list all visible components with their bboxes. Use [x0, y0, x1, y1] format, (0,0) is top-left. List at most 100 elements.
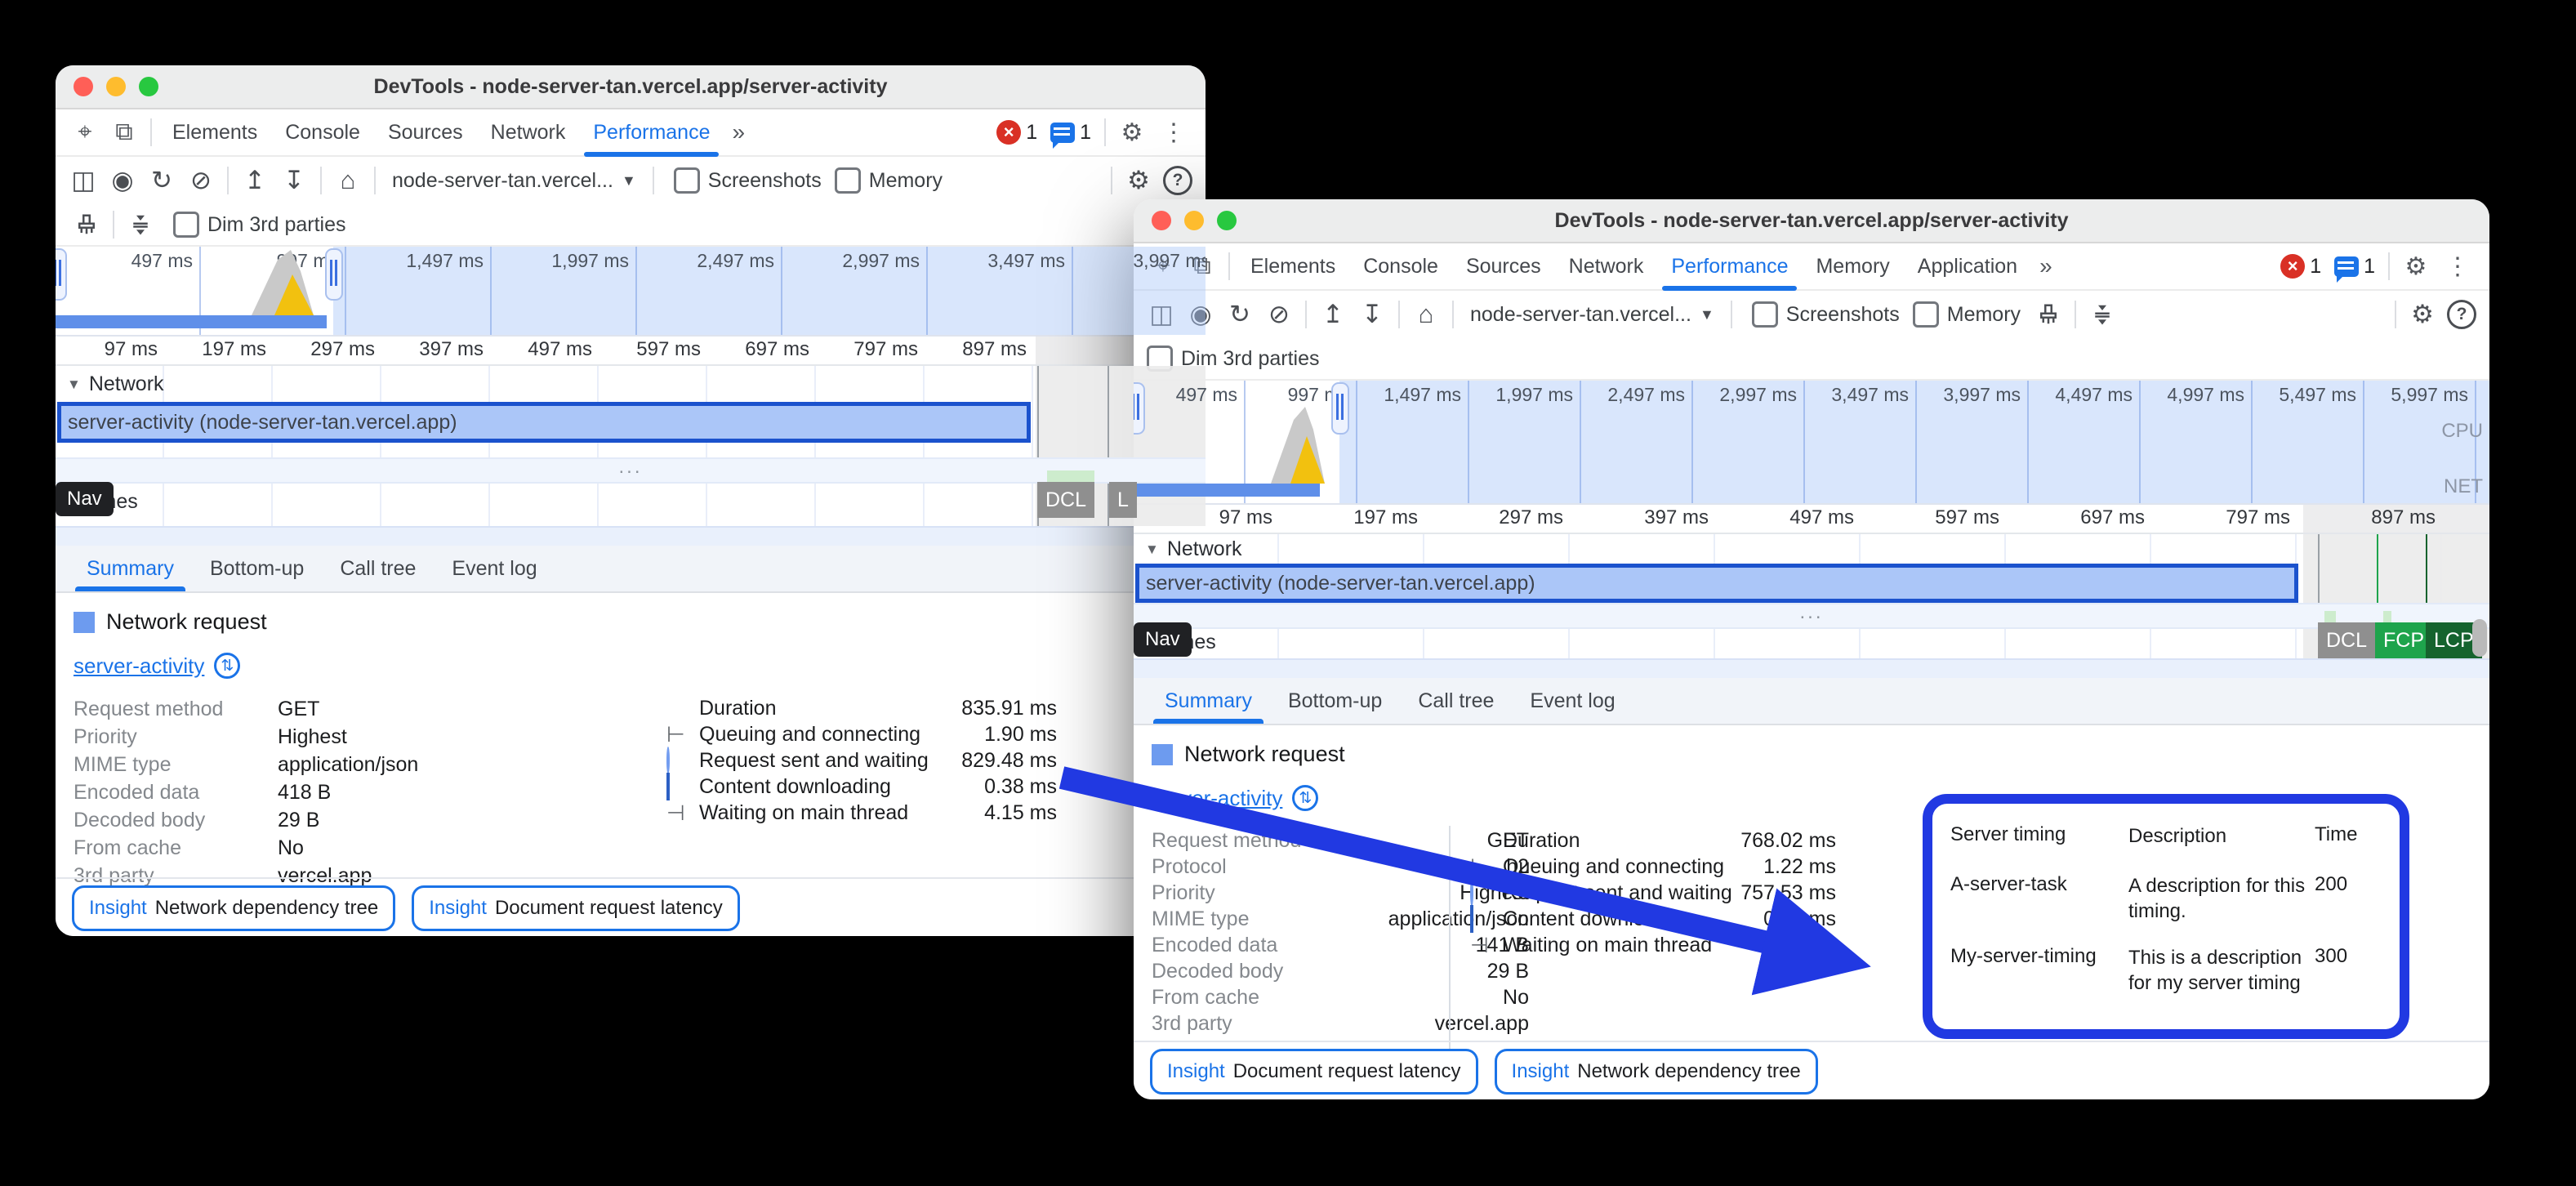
error-counter[interactable]: × 1 — [990, 120, 1044, 145]
window-left-handle[interactable] — [56, 248, 67, 301]
clear-icon[interactable]: ⊘ — [1259, 295, 1299, 334]
network-request-bar[interactable]: server-activity (node-server-tan.vercel.… — [57, 402, 1031, 443]
timeline-overview[interactable]: 497 ms 997 ms 1,497 ms 1,997 ms 2,497 ms… — [1134, 379, 2489, 505]
toggle-sidebar-icon[interactable]: ◫ — [64, 161, 103, 200]
tab-bottom-up[interactable]: Bottom-up — [192, 546, 322, 591]
issue-counter[interactable]: 1 — [1044, 121, 1098, 145]
minimize-button[interactable] — [1184, 211, 1204, 230]
error-counter[interactable]: × 1 — [2274, 254, 2328, 279]
detail-label: Priority — [1152, 881, 1356, 905]
kebab-menu-icon[interactable]: ⋮ — [2436, 252, 2480, 281]
tab-console[interactable]: Console — [1349, 243, 1452, 289]
insight-network-dependency-button[interactable]: Insight Network dependency tree — [72, 885, 395, 931]
reload-record-icon[interactable]: ↻ — [1220, 295, 1259, 334]
settings-gear-icon[interactable]: ⚙ — [1112, 109, 1152, 155]
timeline-overview[interactable]: 497 ms 997 ms 1,497 ms 1,997 ms 2,497 ms… — [56, 245, 1206, 337]
tab-call-tree[interactable]: Call tree — [322, 546, 434, 591]
device-toolbar-icon[interactable]: ⧉ — [105, 109, 144, 155]
tab-elements[interactable]: Elements — [158, 109, 271, 155]
tab-event-log[interactable]: Event log — [1512, 678, 1633, 724]
request-link-row: server-activity ⇅ — [56, 635, 1206, 679]
screenshots-checkbox[interactable]: Screenshots — [1752, 301, 1900, 328]
tab-summary[interactable]: Summary — [69, 546, 192, 591]
collapse-tracks-icon[interactable] — [121, 205, 160, 244]
settings-gear-icon[interactable]: ⚙ — [2396, 243, 2436, 289]
help-icon[interactable]: ? — [1158, 161, 1197, 200]
tab-network[interactable]: Network — [477, 109, 580, 155]
divider — [320, 167, 322, 194]
window-right-handle[interactable] — [325, 248, 343, 301]
garbage-collect-brush-icon[interactable] — [67, 205, 106, 244]
download-profile-icon[interactable]: ↧ — [1353, 295, 1392, 334]
network-request-bar[interactable]: server-activity (node-server-tan.vercel.… — [1135, 564, 2298, 603]
tab-application[interactable]: Application — [1904, 243, 2031, 289]
history-dropdown[interactable]: node-server-tan.vercel... ▼ — [382, 169, 646, 193]
tab-network[interactable]: Network — [1555, 243, 1658, 289]
more-tabs-icon[interactable]: » — [724, 119, 753, 145]
close-button[interactable] — [74, 77, 93, 96]
download-profile-icon[interactable]: ↧ — [274, 161, 314, 200]
issue-counter[interactable]: 1 — [2328, 255, 2382, 279]
tab-summary[interactable]: Summary — [1147, 678, 1270, 724]
tab-memory[interactable]: Memory — [1802, 243, 1903, 289]
zoom-button[interactable] — [1217, 211, 1237, 230]
upload-profile-icon[interactable]: ↥ — [1313, 295, 1353, 334]
timing-label: Content downloading — [1503, 907, 1738, 931]
overview-tick: 4,997 ms — [2141, 381, 2253, 503]
memory-checkbox[interactable]: Memory — [1913, 301, 2021, 328]
network-track-header[interactable]: ▼ Network — [67, 372, 164, 396]
tab-event-log[interactable]: Event log — [434, 546, 555, 591]
tab-console[interactable]: Console — [271, 109, 374, 155]
clear-icon[interactable]: ⊘ — [181, 161, 221, 200]
home-icon[interactable]: ⌂ — [1406, 295, 1446, 334]
help-icon[interactable]: ? — [2442, 295, 2481, 334]
ruler-tick: 597 ms — [1861, 505, 2006, 533]
ruler-tick: 197 ms — [1279, 505, 1424, 533]
reload-record-icon[interactable]: ↻ — [142, 161, 181, 200]
scrollbar-thumb[interactable] — [2472, 619, 2487, 657]
minimize-button[interactable] — [106, 77, 126, 96]
inspect-icon[interactable]: ⌖ — [65, 109, 105, 155]
ruler-tick: 397 ms — [1570, 505, 1715, 533]
detail-value: No — [278, 836, 304, 860]
track-area[interactable]: ▼ Network server-activity (node-server-t… — [1134, 534, 2489, 658]
network-activity-bar — [1134, 484, 1320, 497]
garbage-collect-brush-icon[interactable] — [2029, 295, 2068, 334]
insight-document-latency-button[interactable]: Insight Document request latency — [1150, 1049, 1478, 1095]
ruler-tick: 597 ms — [599, 337, 707, 364]
more-tabs-icon[interactable]: » — [2031, 253, 2061, 279]
upload-profile-icon[interactable]: ↥ — [235, 161, 274, 200]
capture-settings-gear-icon[interactable]: ⚙ — [1119, 161, 1158, 200]
request-link[interactable]: server-activity — [1152, 786, 1282, 811]
track-area[interactable]: ▼ Network server-activity (node-server-t… — [56, 366, 1206, 526]
tab-performance[interactable]: Performance — [579, 109, 724, 155]
screenshots-checkbox[interactable]: Screenshots — [674, 167, 822, 194]
insight-document-latency-button[interactable]: Insight Document request latency — [412, 885, 740, 931]
tab-sources[interactable]: Sources — [374, 109, 477, 155]
history-dropdown[interactable]: node-server-tan.vercel... ▼ — [1460, 303, 1724, 327]
request-link[interactable]: server-activity — [74, 653, 204, 679]
timing-breakdown: Duration768.02 ms ⊢Queuing and connectin… — [1470, 827, 1836, 958]
network-track-header[interactable]: ▼ Network — [1145, 537, 1242, 561]
reveal-in-network-icon[interactable]: ⇅ — [1292, 785, 1318, 811]
timing-label: Request sent and waiting — [699, 749, 959, 773]
insight-network-dependency-button[interactable]: Insight Network dependency tree — [1495, 1049, 1818, 1095]
home-icon[interactable]: ⌂ — [328, 161, 368, 200]
collapse-tracks-icon[interactable] — [2083, 295, 2122, 334]
tab-elements[interactable]: Elements — [1237, 243, 1349, 289]
tab-bottom-up[interactable]: Bottom-up — [1270, 678, 1400, 724]
reveal-in-network-icon[interactable]: ⇅ — [214, 653, 240, 679]
kebab-menu-icon[interactable]: ⋮ — [1152, 118, 1196, 147]
tab-performance[interactable]: Performance — [1657, 243, 1802, 289]
record-icon[interactable]: ◉ — [103, 161, 142, 200]
window-left-handle[interactable] — [1134, 382, 1145, 435]
tab-sources[interactable]: Sources — [1452, 243, 1555, 289]
detail-label: Encoded data — [1152, 934, 1356, 957]
dim-3rd-parties-checkbox[interactable]: Dim 3rd parties — [173, 212, 346, 238]
zoom-button[interactable] — [139, 77, 158, 96]
capture-settings-gear-icon[interactable]: ⚙ — [2403, 295, 2442, 334]
close-button[interactable] — [1152, 211, 1171, 230]
memory-checkbox[interactable]: Memory — [835, 167, 943, 194]
window-right-handle[interactable] — [1331, 382, 1349, 435]
tab-call-tree[interactable]: Call tree — [1400, 678, 1512, 724]
